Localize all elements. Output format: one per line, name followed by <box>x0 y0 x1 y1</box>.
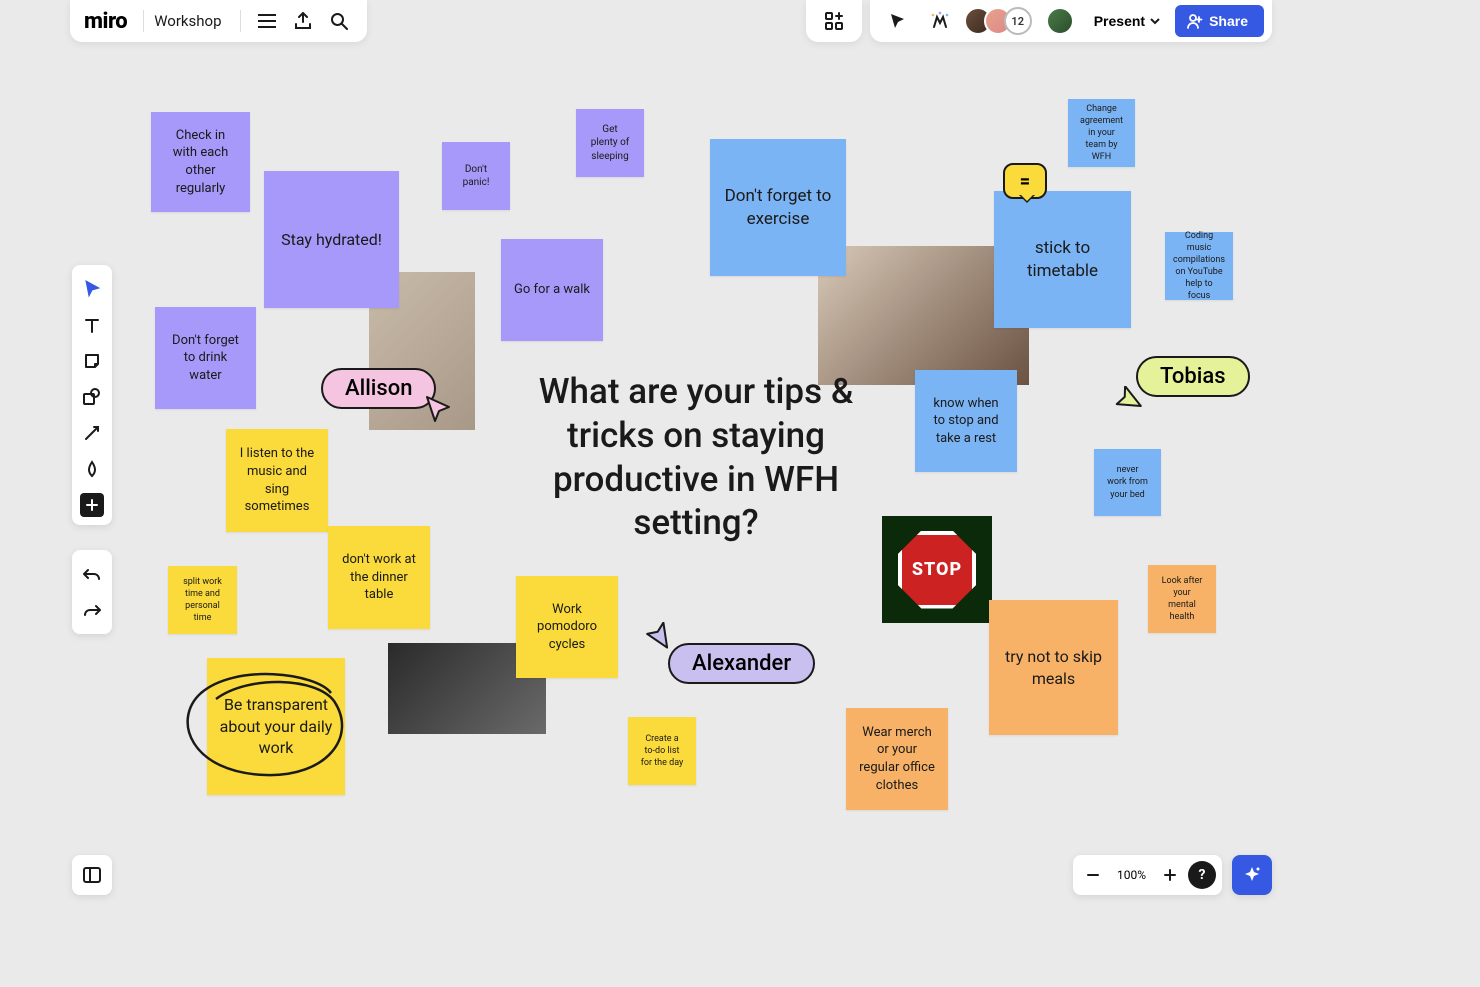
sticky-text: I listen to the music and sing sometimes <box>238 445 316 515</box>
cursor-mode-icon[interactable] <box>880 3 916 39</box>
sticky-note[interactable]: Wear merch or your regular office clothe… <box>846 708 948 810</box>
sticky-note[interactable]: split work time and personal time <box>168 566 237 634</box>
cursor-tobias: Tobias <box>1136 356 1250 397</box>
sticky-note[interactable]: Be transparent about your daily work <box>207 658 345 795</box>
sticky-note[interactable]: Look after your mental health <box>1148 565 1216 633</box>
image-stop-sign[interactable]: STOP <box>882 516 992 623</box>
sticky-note[interactable]: I listen to the music and sing sometimes <box>226 429 328 532</box>
stop-sign-icon: STOP <box>898 531 976 609</box>
sticky-text: Change agreement in your team by WFH <box>1080 103 1123 164</box>
sticky-note[interactable]: Go for a walk <box>501 239 603 341</box>
sticky-text: Stay hydrated! <box>281 229 382 251</box>
left-toolbar <box>72 265 112 525</box>
divider <box>240 10 241 32</box>
zoom-panel: 100% ? <box>1073 855 1222 895</box>
board-title-text[interactable]: What are your tips & tricks on staying p… <box>532 370 860 545</box>
share-label: Share <box>1209 13 1248 29</box>
reaction-bubble[interactable]: = <box>1003 163 1047 199</box>
sticky-text: Get plenty of sleeping <box>588 123 632 164</box>
zoom-out-button[interactable] <box>1079 861 1107 889</box>
sticky-note[interactable]: Don't panic! <box>442 142 510 210</box>
avatar-me[interactable] <box>1046 7 1074 35</box>
sticky-text: Work pomodoro cycles <box>528 601 606 654</box>
chevron-down-icon <box>1149 15 1161 27</box>
shapes-tool[interactable] <box>76 381 108 413</box>
sticky-note[interactable]: never work from your bed <box>1094 449 1161 516</box>
sticky-note[interactable]: Check in with each other regularly <box>151 112 250 212</box>
avatar-count[interactable]: 12 <box>1004 7 1032 35</box>
sticky-note[interactable]: stick to timetable <box>994 191 1131 328</box>
text-tool[interactable] <box>76 309 108 341</box>
undo-button[interactable] <box>76 558 108 590</box>
connector-tool[interactable] <box>76 417 108 449</box>
apps-panel <box>806 0 862 42</box>
present-label: Present <box>1094 13 1145 29</box>
user-plus-icon <box>1187 13 1203 29</box>
sticky-tool[interactable] <box>76 345 108 377</box>
reactions-icon[interactable] <box>922 3 958 39</box>
sticky-note[interactable]: don't work at the dinner table <box>328 526 430 629</box>
cursor-arrow-icon <box>1114 386 1142 414</box>
cursor-arrow-icon <box>425 395 453 423</box>
redo-button[interactable] <box>76 594 108 626</box>
ai-button[interactable] <box>1232 855 1272 895</box>
sticky-text: Wear merch or your regular office clothe… <box>858 724 936 794</box>
sticky-note[interactable]: Coding music compilations on YouTube hel… <box>1165 232 1233 300</box>
sticky-text: Look after your mental health <box>1160 575 1204 624</box>
share-button[interactable]: Share <box>1175 5 1264 37</box>
topbar-left-panel: miro Workshop <box>70 0 367 42</box>
sticky-text: Don't forget to exercise <box>722 185 834 231</box>
sticky-note[interactable]: Don't forget to drink water <box>155 307 256 409</box>
collab-panel: 12 Present Share <box>870 0 1272 42</box>
sticky-text: split work time and personal time <box>180 576 225 625</box>
menu-icon[interactable] <box>249 3 285 39</box>
sticky-note[interactable]: try not to skip meals <box>989 600 1118 735</box>
undo-redo-panel <box>72 550 112 634</box>
sticky-text: stick to timetable <box>1006 237 1119 283</box>
zoom-level[interactable]: 100% <box>1111 868 1152 882</box>
sticky-note[interactable]: Work pomodoro cycles <box>516 576 618 678</box>
cursor-allison: Allison <box>321 368 436 409</box>
sticky-text: Create a to-do list for the day <box>640 733 684 769</box>
frames-panel-button[interactable] <box>72 855 112 895</box>
reaction-glyph: = <box>1020 171 1030 192</box>
present-button[interactable]: Present <box>1080 5 1169 37</box>
divider <box>143 10 144 32</box>
sticky-note[interactable]: Change agreement in your team by WFH <box>1068 99 1135 167</box>
cursor-alexander: Alexander <box>668 643 815 684</box>
zoom-in-button[interactable] <box>1156 861 1184 889</box>
sticky-note[interactable]: Get plenty of sleeping <box>576 109 644 177</box>
pen-tool[interactable] <box>76 453 108 485</box>
sticky-text: try not to skip meals <box>1001 646 1106 689</box>
help-button[interactable]: ? <box>1188 861 1216 889</box>
apps-icon[interactable] <box>816 3 852 39</box>
search-icon[interactable] <box>321 3 357 39</box>
sticky-note[interactable]: Don't forget to exercise <box>710 139 846 276</box>
sticky-note[interactable]: Create a to-do list for the day <box>628 717 696 785</box>
sticky-text: Be transparent about your daily work <box>219 694 333 759</box>
bottom-right-panel: 100% ? <box>1073 855 1272 895</box>
sticky-text: Don't forget to drink water <box>167 332 244 385</box>
add-more-tool[interactable] <box>80 493 104 517</box>
sticky-note[interactable]: Stay hydrated! <box>264 171 399 308</box>
cursor-arrow-icon <box>645 622 673 650</box>
cursor-name: Tobias <box>1160 364 1226 389</box>
export-icon[interactable] <box>285 3 321 39</box>
cursor-name: Allison <box>345 376 412 401</box>
sticky-text: never work from your bed <box>1106 464 1149 500</box>
cursor-name: Alexander <box>692 651 791 676</box>
sticky-note[interactable]: know when to stop and take a rest <box>915 370 1017 472</box>
collaborator-avatars[interactable]: 12 <box>964 7 1032 35</box>
board-name[interactable]: Workshop <box>152 12 231 30</box>
select-tool[interactable] <box>76 273 108 305</box>
topbar-right: 12 Present Share <box>806 0 1272 42</box>
sticky-text: know when to stop and take a rest <box>927 395 1005 448</box>
sticky-text: Coding music compilations on YouTube hel… <box>1173 230 1225 303</box>
sticky-text: Don't panic! <box>454 163 498 190</box>
sticky-text: don't work at the dinner table <box>340 551 418 604</box>
sticky-text: Go for a walk <box>514 281 590 299</box>
miro-logo: miro <box>80 9 135 34</box>
sticky-text: Check in with each other regularly <box>163 127 238 197</box>
